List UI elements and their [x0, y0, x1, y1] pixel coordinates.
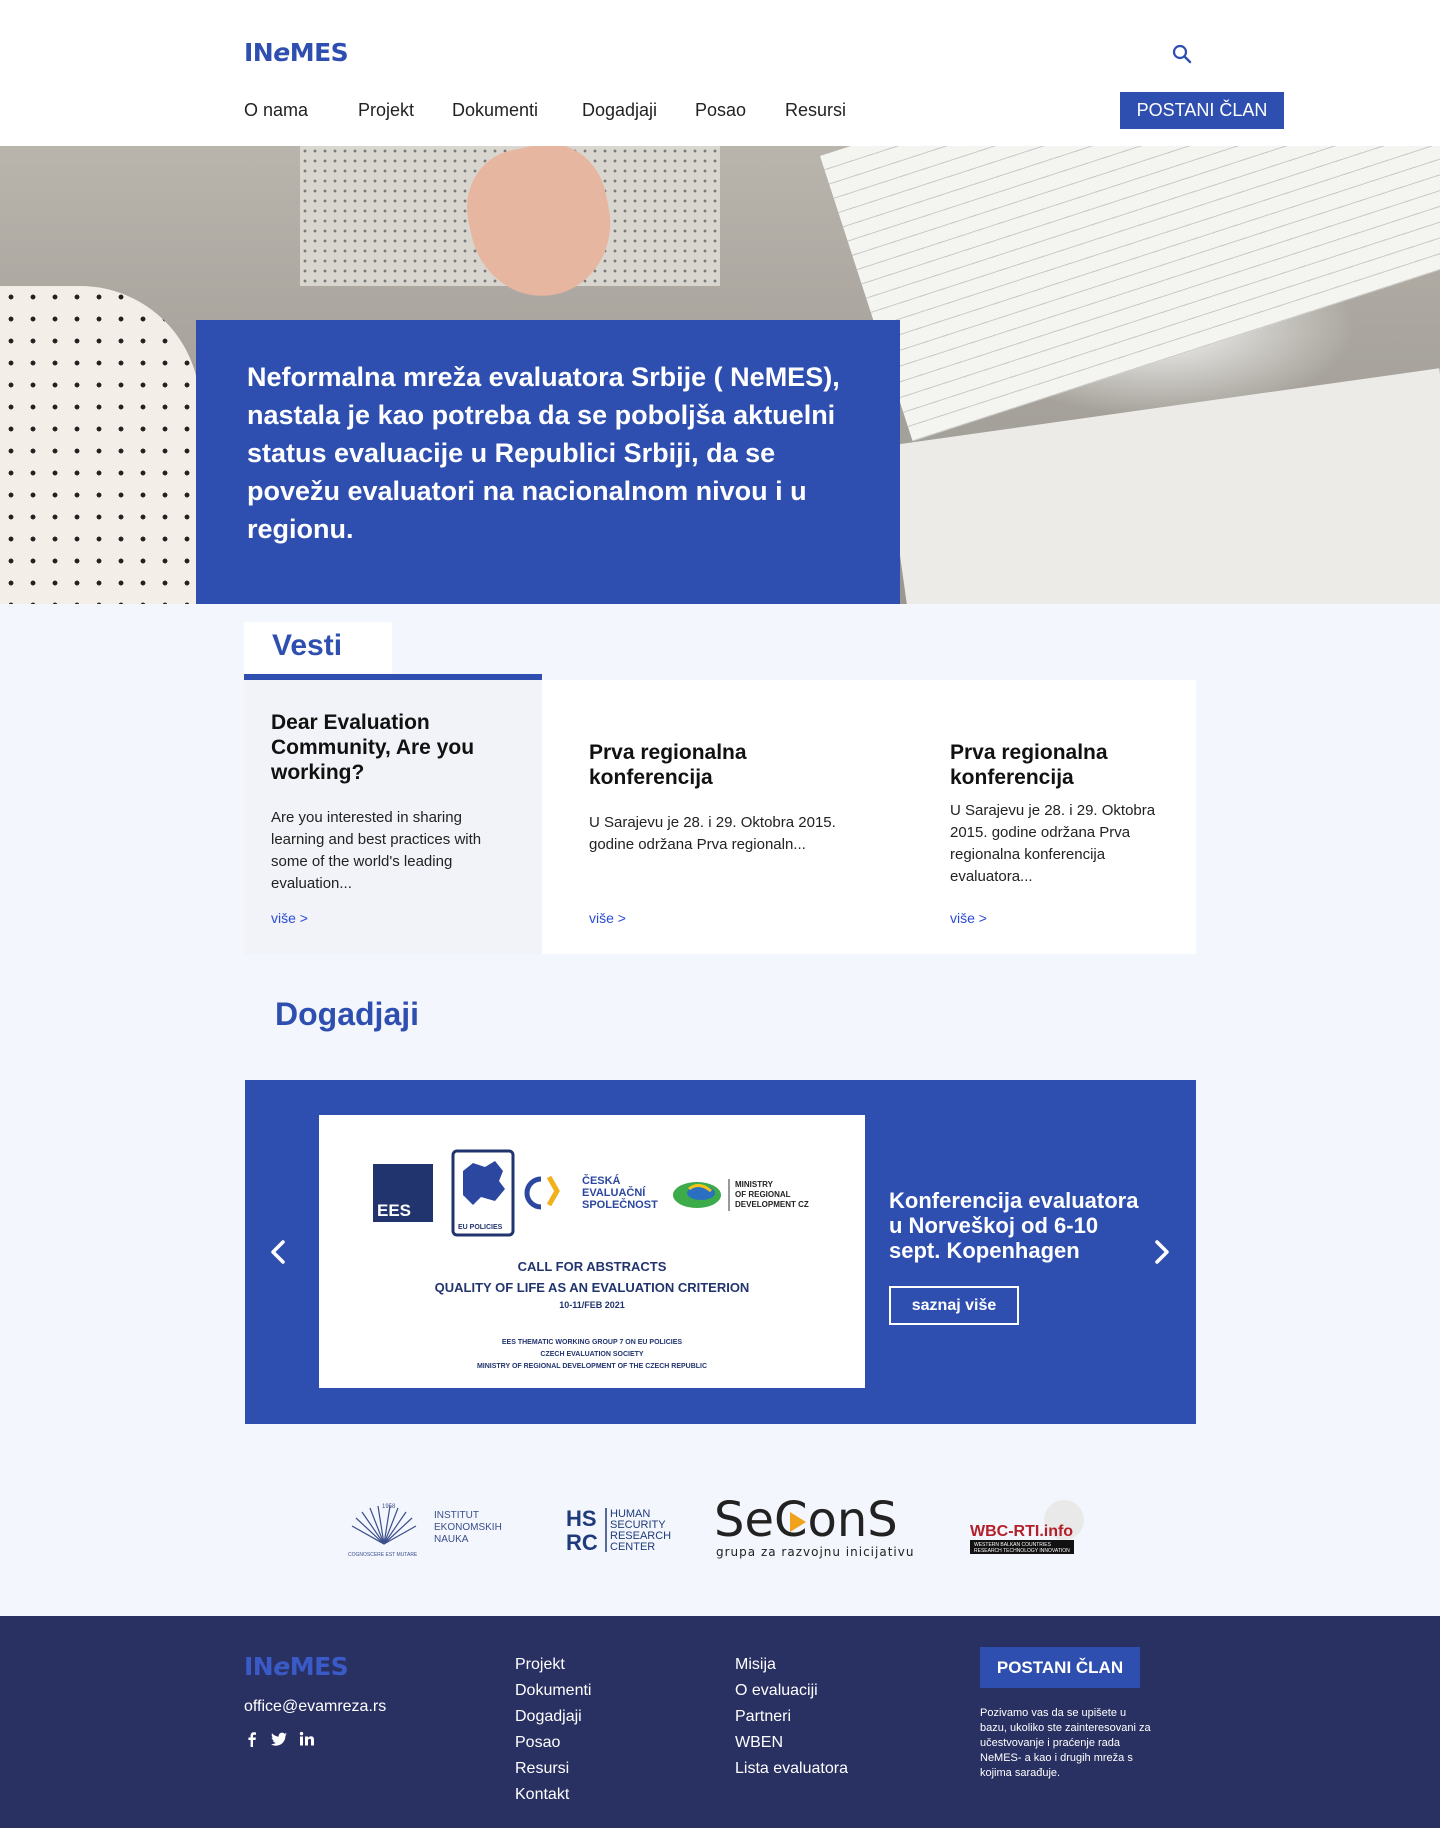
hsrc-mark-2: RC	[566, 1530, 598, 1555]
ien-year: 1958	[382, 1504, 396, 1510]
ees-logo-text: EES	[377, 1201, 411, 1220]
footer-link-wben[interactable]: WBEN	[735, 1730, 848, 1756]
news-card-title[interactable]: Prva regionalna konferencija	[950, 740, 1176, 790]
ien-line-2: EKONOMSKIH	[434, 1522, 502, 1533]
footer-link-o-evaluaciji[interactable]: O evaluaciji	[735, 1678, 848, 1704]
footer-link-lista-evaluatora[interactable]: Lista evaluatora	[735, 1756, 848, 1782]
footer-link-misija[interactable]: Misija	[735, 1652, 848, 1678]
footer-logo[interactable]: INeMES	[244, 1652, 349, 1681]
footer-link-dogadjaji[interactable]: Dogadjaji	[515, 1704, 591, 1730]
chevron-left-icon[interactable]	[267, 1236, 291, 1268]
call-org-3: MINISTRY OF REGIONAL DEVELOPMENT OF THE …	[477, 1363, 707, 1370]
nav-item-projekt[interactable]: Projekt	[358, 100, 414, 121]
footer-join-note: Pozivamo vas da se upišete u bazu, ukoli…	[980, 1707, 1151, 1779]
eu-policies-text: EU POLICIES	[458, 1224, 503, 1231]
news-card: Prva regionalna konferencija U Sarajevu …	[902, 680, 1196, 954]
secons-name: SeConS	[714, 1492, 898, 1548]
news-card: Prva regionalna konferencija U Sarajevu …	[542, 680, 902, 954]
ministry-text-3: DEVELOPMENT CZ	[735, 1200, 809, 1209]
facebook-icon[interactable]	[244, 1730, 260, 1753]
footer-links-secondary: Misija O evaluaciji Partneri WBEN Lista …	[735, 1652, 848, 1782]
partner-logo-wbc-rti[interactable]: WBC-RTI.info WESTERN BALKAN COUNTRIES RE…	[968, 1496, 1092, 1565]
linkedin-icon[interactable]	[298, 1730, 316, 1753]
footer-link-resursi[interactable]: Resursi	[515, 1756, 591, 1782]
ien-line-1: INSTITUT	[434, 1510, 479, 1521]
event-image[interactable]: EES EU POLICIES ČESKÁ EVALUAČNÍ SPOLEČNO…	[319, 1115, 865, 1388]
call-org-2: CZECH EVALUATION SOCIETY	[540, 1351, 644, 1358]
news-card-more-link[interactable]: više >	[589, 910, 626, 926]
news-card-text: U Sarajevu je 28. i 29. Oktobra 2015. go…	[950, 802, 1156, 885]
event-title[interactable]: Konferencija evaluatora u Norveškoj od 6…	[889, 1188, 1149, 1263]
news-card-title[interactable]: Dear Evaluation Community, Are you worki…	[271, 710, 516, 785]
twitter-icon[interactable]	[270, 1730, 288, 1753]
ministry-text-1: MINISTRY	[735, 1180, 774, 1189]
secons-sub: grupa za razvojnu inicijativu	[716, 1545, 914, 1559]
ceska-text-3: SPOLEČNOST	[582, 1198, 658, 1211]
footer-link-posao[interactable]: Posao	[515, 1730, 591, 1756]
social-links	[244, 1730, 316, 1753]
news-tab: Vesti	[244, 622, 392, 674]
footer-link-kontakt[interactable]: Kontakt	[515, 1782, 591, 1808]
wbc-name: WBC-RTI.info	[970, 1523, 1073, 1540]
hsrc-mark-1: HS	[566, 1506, 597, 1531]
nav-item-dogadjaji[interactable]: Dogadjaji	[582, 100, 657, 121]
news-card-title[interactable]: Prva regionalna konferencija	[589, 740, 872, 790]
hero-image-dotted-sleeve	[0, 286, 200, 604]
hero-text: Neformalna mreža evaluatora Srbije ( NeM…	[247, 362, 840, 544]
news-title: Vesti	[272, 629, 343, 662]
footer-link-dokumenti[interactable]: Dokumenti	[515, 1678, 591, 1704]
hsrc-line-4: CENTER	[610, 1541, 655, 1553]
footer-link-partneri[interactable]: Partneri	[735, 1704, 848, 1730]
events-title: Dogadjaji	[275, 996, 420, 1032]
footer-email[interactable]: office@evamreza.rs	[244, 1698, 386, 1716]
ien-line-3: NAUKA	[434, 1534, 469, 1545]
ien-motto: COGNOSCERE EST MUTARE	[348, 1552, 418, 1558]
hero-banner: Neformalna mreža evaluatora Srbije ( NeM…	[0, 146, 1440, 604]
partner-logo-secons[interactable]: SeConS grupa za razvojnu inicijativu	[714, 1490, 920, 1567]
learn-more-button[interactable]: saznaj više	[889, 1286, 1019, 1325]
news-card-more-link[interactable]: više >	[271, 910, 308, 926]
join-button[interactable]: POSTANI ČLAN	[1120, 92, 1284, 129]
chevron-right-icon[interactable]	[1149, 1236, 1173, 1268]
ceska-text-2: EVALUAČNÍ	[582, 1186, 646, 1199]
wbc-sub-2: RESEARCH TECHNOLOGY INNOVATION	[974, 1548, 1070, 1554]
call-subtitle: QUALITY OF LIFE AS AN EVALUATION CRITERI…	[435, 1280, 750, 1295]
site-header: INeMES O nama Projekt Dokumenti Dogadjaj…	[0, 0, 1440, 146]
nav-item-o-nama[interactable]: O nama	[244, 100, 308, 121]
nav-item-posao[interactable]: Posao	[695, 100, 746, 121]
events-carousel: EES EU POLICIES ČESKÁ EVALUAČNÍ SPOLEČNO…	[245, 1080, 1196, 1424]
search-icon[interactable]	[1170, 42, 1194, 66]
hero-text-box: Neformalna mreža evaluatora Srbije ( NeM…	[196, 320, 900, 604]
footer-links-primary: Projekt Dokumenti Dogadjaji Posao Resurs…	[515, 1652, 591, 1808]
site-footer: INeMES office@evamreza.rs Projekt Dokume…	[0, 1616, 1440, 1828]
call-date: 10-11/FEB 2021	[559, 1300, 625, 1310]
footer-join-button[interactable]: POSTANI ČLAN	[980, 1647, 1140, 1688]
nav-item-resursi[interactable]: Resursi	[785, 100, 846, 121]
ministry-text-2: OF REGIONAL	[735, 1190, 791, 1199]
call-title: CALL FOR ABSTRACTS	[518, 1259, 667, 1274]
call-org-1: EES THEMATIC WORKING GROUP 7 ON EU POLIC…	[502, 1339, 683, 1346]
partner-logo-ien[interactable]: 1958 COGNOSCERE EST MUTARE INSTITUT EKON…	[348, 1496, 508, 1565]
news-card-text: U Sarajevu je 28. i 29. Oktobra 2015. go…	[589, 814, 836, 853]
site-logo[interactable]: INeMES	[244, 38, 349, 67]
news-card-more-link[interactable]: više >	[950, 910, 987, 926]
nav-item-dokumenti[interactable]: Dokumenti	[452, 100, 538, 121]
ceska-text-1: ČESKÁ	[582, 1174, 621, 1187]
partner-logo-hsrc[interactable]: HS RC HUMAN SECURITY RESEARCH CENTER	[564, 1496, 688, 1565]
news-card-text: Are you interested in sharing learning a…	[271, 809, 482, 892]
footer-link-projekt[interactable]: Projekt	[515, 1652, 591, 1678]
news-card: Dear Evaluation Community, Are you worki…	[244, 680, 542, 954]
